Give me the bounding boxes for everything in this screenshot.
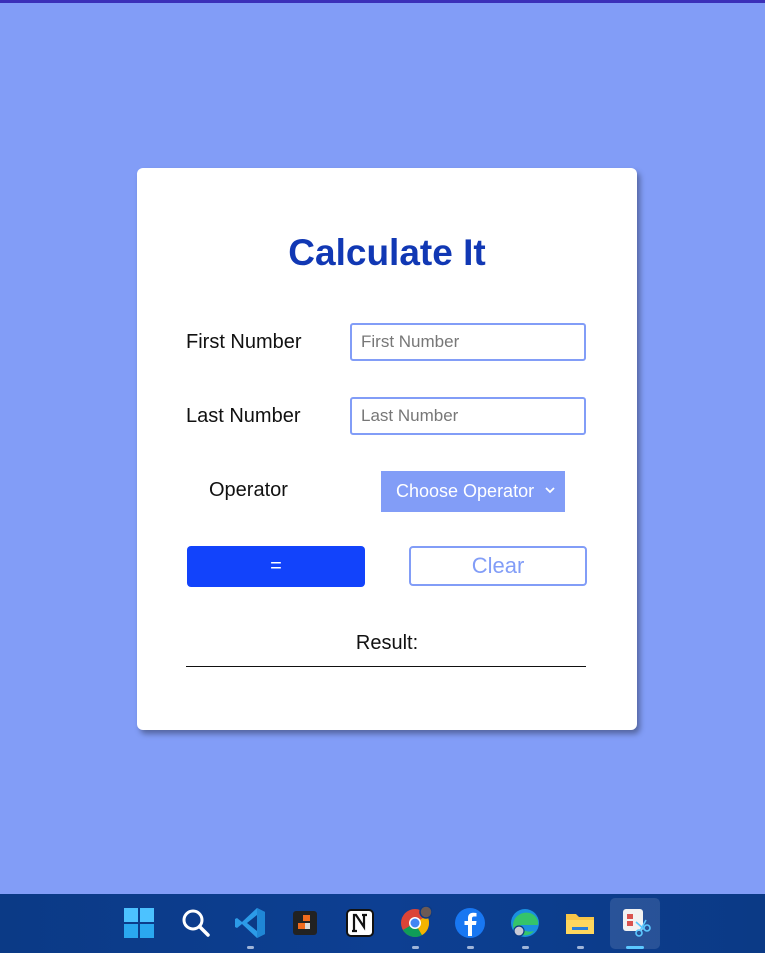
window-top-border [0, 0, 765, 3]
windows-start-icon[interactable] [122, 906, 156, 940]
page-title: Calculate It [288, 232, 486, 273]
taskbar [0, 894, 765, 953]
chevron-down-icon [545, 487, 555, 494]
result-underline [186, 666, 586, 667]
last-number-input[interactable] [350, 397, 586, 435]
chrome-icon[interactable] [398, 906, 432, 940]
taskbar-active-indicator [626, 946, 644, 949]
operator-label: Operator [209, 479, 288, 501]
snipping-tool-icon[interactable] [618, 906, 652, 940]
operator-select[interactable]: Choose Operator [381, 471, 565, 512]
calculator-card: Calculate It First Number Last Number Op… [137, 168, 637, 730]
clear-button[interactable]: Clear [409, 546, 587, 586]
edge-icon[interactable] [508, 906, 542, 940]
first-number-label: First Number [186, 331, 302, 353]
taskbar-running-indicator [522, 946, 529, 949]
first-number-input[interactable] [350, 323, 586, 361]
search-icon[interactable] [178, 906, 212, 940]
vscode-icon[interactable] [233, 906, 267, 940]
facebook-icon[interactable] [453, 906, 487, 940]
app-icon[interactable] [288, 906, 322, 940]
file-explorer-icon[interactable] [563, 906, 597, 940]
last-number-label: Last Number [186, 405, 301, 427]
result-label: Result: [355, 632, 419, 654]
equals-button[interactable]: = [187, 546, 365, 587]
operator-selected-value: Choose Operator [396, 481, 535, 501]
notion-icon[interactable] [343, 906, 377, 940]
taskbar-running-indicator [577, 946, 584, 949]
taskbar-running-indicator [467, 946, 474, 949]
taskbar-running-indicator [247, 946, 254, 949]
taskbar-running-indicator [412, 946, 419, 949]
